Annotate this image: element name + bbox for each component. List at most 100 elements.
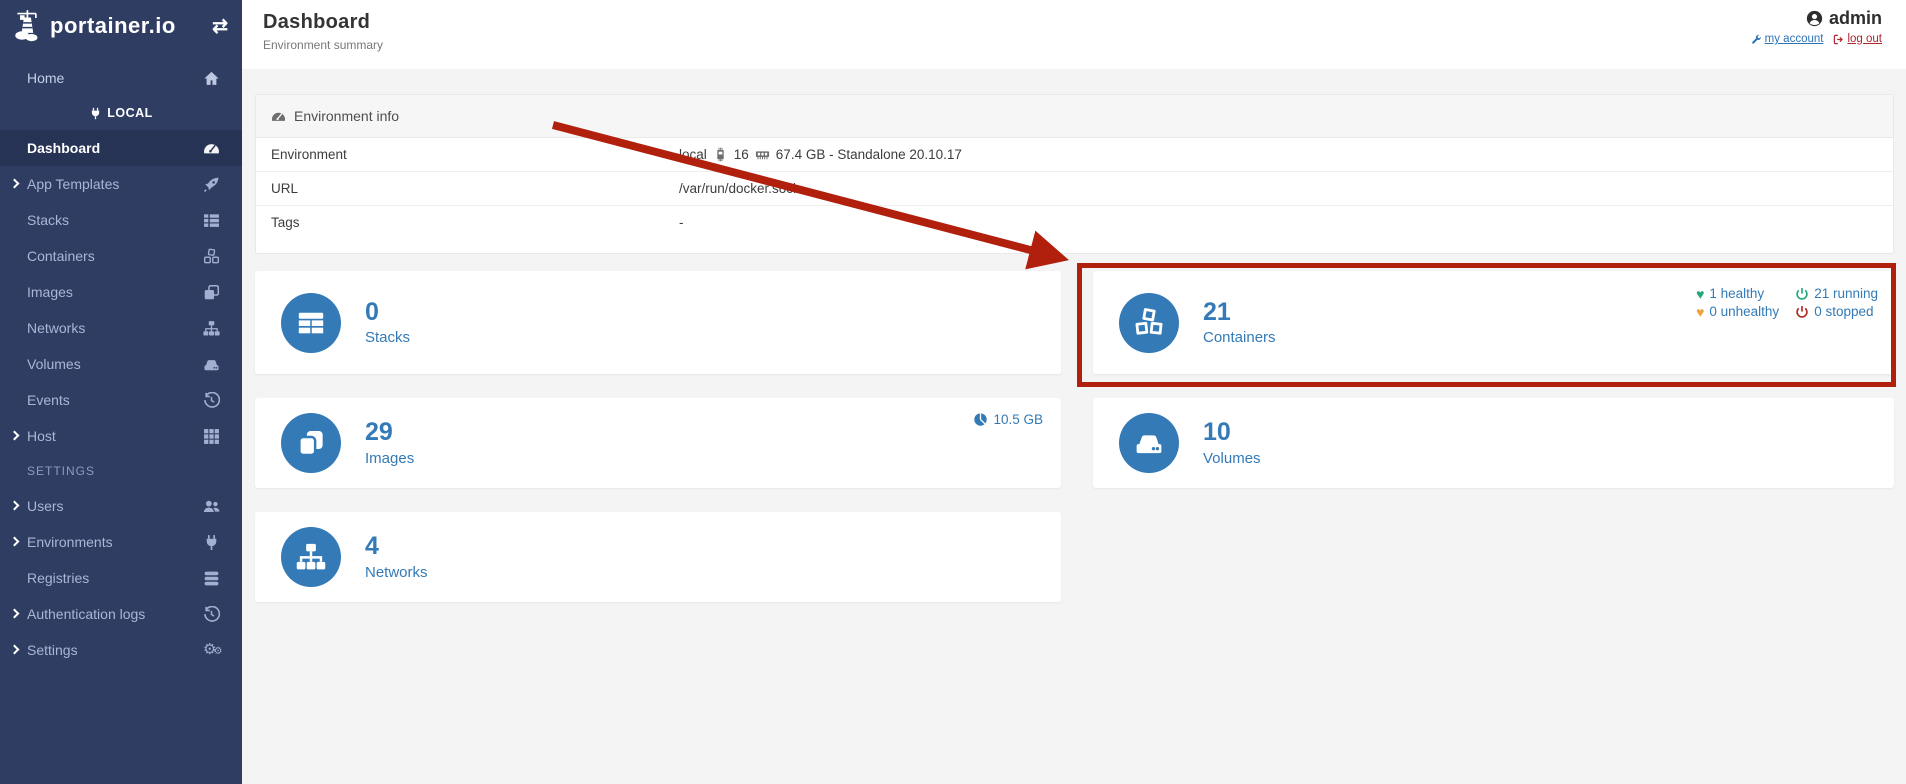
sidebar-item-registries[interactable]: Registries xyxy=(0,560,242,596)
home-icon xyxy=(203,70,220,87)
user-box: admin my account log out xyxy=(1751,8,1882,45)
sitemap-icon xyxy=(203,320,220,337)
cubes-icon xyxy=(1134,308,1164,338)
stacks-count: 0 xyxy=(365,299,410,327)
main-content: Dashboard Environment summary admin my a… xyxy=(242,0,1906,784)
environment-row: Environment local 16 67.4 GB - Standalon… xyxy=(256,138,1893,171)
history-icon xyxy=(203,606,220,623)
username: admin xyxy=(1829,8,1882,29)
tachometer-icon xyxy=(271,109,286,124)
sidebar-item-images[interactable]: Images xyxy=(0,274,242,310)
environment-info-panel: Environment info Environment local 16 67… xyxy=(255,94,1894,254)
row-value: - xyxy=(679,215,684,230)
memory-info: 67.4 GB - Standalone 20.10.17 xyxy=(776,147,962,162)
sidebar-item-volumes[interactable]: Volumes xyxy=(0,346,242,382)
sidebar-item-containers[interactable]: Containers xyxy=(0,238,242,274)
sidebar-item-host[interactable]: Host xyxy=(0,418,242,454)
volumes-count: 10 xyxy=(1203,419,1261,447)
portainer-dashboard: portainer.io ⇄ Home LOCAL Dashboard xyxy=(0,0,1906,784)
stacks-card[interactable]: 0 Stacks xyxy=(255,271,1061,374)
content-header: Dashboard Environment summary admin my a… xyxy=(242,0,1906,69)
clone-icon xyxy=(296,428,326,458)
sidebar-item-users[interactable]: Users xyxy=(0,488,242,524)
chevron-right-icon xyxy=(10,501,20,511)
images-total-size: 10.5 GB xyxy=(993,412,1043,427)
list-icon xyxy=(203,212,220,229)
volumes-label: Volumes xyxy=(1203,450,1261,467)
chevron-right-icon xyxy=(10,179,20,189)
sidebar-item-events[interactable]: Events xyxy=(0,382,242,418)
environment-info-header: Environment info xyxy=(256,95,1893,138)
sidebar-item-stacks[interactable]: Stacks xyxy=(0,202,242,238)
sidebar-item-environments[interactable]: Environments xyxy=(0,524,242,560)
power-icon xyxy=(1795,287,1809,301)
chevron-right-icon xyxy=(10,645,20,655)
stacks-bubble xyxy=(281,293,341,353)
chevron-right-icon xyxy=(10,537,20,547)
images-count: 29 xyxy=(365,419,414,447)
stopped-status: 0 stopped xyxy=(1795,304,1878,319)
row-value: local 16 67.4 GB - Standalone 20.10.17 xyxy=(679,147,962,162)
networks-count: 4 xyxy=(365,533,428,561)
networks-card[interactable]: 4 Networks xyxy=(255,512,1061,602)
database-icon xyxy=(203,570,220,587)
logo-text: portainer.io xyxy=(50,13,212,39)
tags-row: Tags - xyxy=(256,205,1893,239)
log-out-link[interactable]: log out xyxy=(1833,33,1882,45)
containers-health: ♥ 1 healthy 21 running ♥ 0 unhealthy xyxy=(1696,286,1878,319)
history-icon xyxy=(203,392,220,409)
heartbeat-icon: ♥ xyxy=(1696,287,1704,301)
containers-card[interactable]: 21 Containers ♥ 1 healthy 21 running xyxy=(1093,271,1894,374)
cogs-icon: ⚙⚙ xyxy=(203,642,220,659)
sidebar: portainer.io ⇄ Home LOCAL Dashboard xyxy=(0,0,242,784)
cubes-icon xyxy=(203,248,220,265)
dashboard-cards: 0 Stacks 21 Containers xyxy=(255,271,1894,602)
user-circle-icon xyxy=(1806,10,1823,27)
healthy-status: ♥ 1 healthy xyxy=(1696,286,1779,301)
sidebar-item-app-templates[interactable]: App Templates xyxy=(0,166,242,202)
sign-out-icon xyxy=(1833,34,1844,45)
hdd-icon xyxy=(1134,428,1164,458)
sidebar-section-local: LOCAL xyxy=(0,96,242,130)
sidebar-item-dashboard[interactable]: Dashboard xyxy=(0,130,242,166)
rocket-icon xyxy=(203,176,220,193)
sidebar-logo-row: portainer.io ⇄ xyxy=(0,0,242,52)
containers-card-wrap: 21 Containers ♥ 1 healthy 21 running xyxy=(1093,271,1894,374)
chevron-right-icon xyxy=(10,609,20,619)
sidebar-item-authentication-logs[interactable]: Authentication logs xyxy=(0,596,242,632)
my-account-link[interactable]: my account xyxy=(1751,33,1824,45)
running-status: 21 running xyxy=(1795,286,1878,301)
containers-label: Containers xyxy=(1203,329,1276,346)
sidebar-item-home[interactable]: Home xyxy=(0,60,242,96)
users-icon xyxy=(203,498,220,515)
row-value: /var/run/docker.sock xyxy=(679,181,800,196)
sidebar-nav: Home LOCAL Dashboard App Templates xyxy=(0,60,242,668)
row-label: Environment xyxy=(271,147,679,162)
sidebar-item-settings[interactable]: Settings ⚙⚙ xyxy=(0,632,242,668)
pie-chart-icon xyxy=(973,412,988,427)
plug-icon xyxy=(203,534,220,551)
networks-bubble xyxy=(281,527,341,587)
heartbeat-icon: ♥ xyxy=(1696,305,1704,319)
th-icon xyxy=(203,428,220,445)
chevron-right-icon xyxy=(10,431,20,441)
sidebar-item-networks[interactable]: Networks xyxy=(0,310,242,346)
unhealthy-status: ♥ 0 unhealthy xyxy=(1696,304,1779,319)
networks-label: Networks xyxy=(365,564,428,581)
wrench-icon xyxy=(1751,34,1762,45)
memory-icon xyxy=(755,147,770,162)
panel-title: Environment info xyxy=(294,108,399,124)
row-label: Tags xyxy=(271,215,679,230)
clone-icon xyxy=(203,284,220,301)
images-size-badge: 10.5 GB xyxy=(973,412,1043,427)
containers-bubble xyxy=(1119,293,1179,353)
sidebar-section-settings: SETTINGS xyxy=(0,454,242,488)
plug-icon xyxy=(89,107,102,120)
volumes-card[interactable]: 10 Volumes xyxy=(1093,398,1894,488)
page-subtitle: Environment summary xyxy=(263,38,1882,52)
images-card[interactable]: 29 Images 10.5 GB xyxy=(255,398,1061,488)
row-label: URL xyxy=(271,181,679,196)
sidebar-collapse-icon[interactable]: ⇄ xyxy=(212,15,228,38)
user-links: my account log out xyxy=(1751,33,1882,45)
portainer-logo-icon xyxy=(10,7,48,45)
